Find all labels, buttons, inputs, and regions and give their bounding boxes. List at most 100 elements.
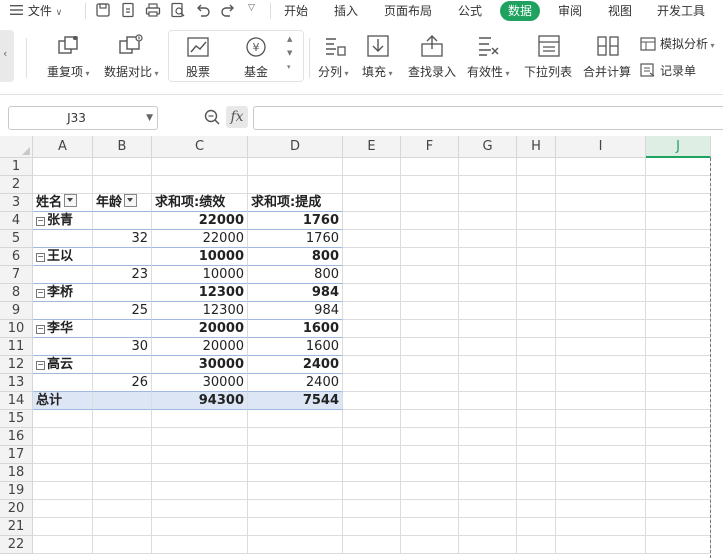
cell-empty[interactable] xyxy=(152,536,248,554)
filter-dropdown-icon[interactable] xyxy=(124,194,138,207)
cell-empty[interactable] xyxy=(401,392,459,410)
cell-empty[interactable] xyxy=(93,500,152,518)
collapse-icon[interactable]: − xyxy=(36,325,45,334)
name-box[interactable]: J33 ▼ xyxy=(8,106,158,130)
cell-empty[interactable] xyxy=(646,338,711,356)
cell-empty[interactable] xyxy=(646,392,711,410)
collapse-icon[interactable]: − xyxy=(36,253,45,262)
cell-empty[interactable] xyxy=(152,500,248,518)
cell-empty[interactable] xyxy=(556,230,646,248)
cell-empty[interactable] xyxy=(343,464,401,482)
validity-button[interactable]: 有效性 ▾ xyxy=(467,63,510,80)
cell-empty[interactable] xyxy=(459,176,517,194)
cell-empty[interactable] xyxy=(33,464,93,482)
pivot-detail-perf[interactable]: 12300 xyxy=(152,302,248,320)
cell-empty[interactable] xyxy=(556,500,646,518)
pivot-group-name[interactable]: − 李桥 xyxy=(33,284,93,302)
cell-empty[interactable] xyxy=(401,284,459,302)
pivot-detail-empty[interactable] xyxy=(33,230,93,248)
cell-empty[interactable] xyxy=(459,482,517,500)
cell-empty[interactable] xyxy=(556,446,646,464)
cell-empty[interactable] xyxy=(459,266,517,284)
cell-empty[interactable] xyxy=(556,284,646,302)
row-header-13[interactable]: 13 xyxy=(0,374,33,392)
cell-empty[interactable] xyxy=(556,356,646,374)
cell-empty[interactable] xyxy=(343,392,401,410)
pivot-detail-comm[interactable]: 1760 xyxy=(248,230,343,248)
cell-empty[interactable] xyxy=(93,158,152,176)
cell-empty[interactable] xyxy=(152,410,248,428)
cell-empty[interactable] xyxy=(517,428,556,446)
row-header-10[interactable]: 10 xyxy=(0,320,33,338)
cell-empty[interactable] xyxy=(343,356,401,374)
cell-empty[interactable] xyxy=(33,536,93,554)
cell-empty[interactable] xyxy=(401,266,459,284)
cell-empty[interactable] xyxy=(343,248,401,266)
cell-empty[interactable] xyxy=(93,176,152,194)
row-header-7[interactable]: 7 xyxy=(0,266,33,284)
pivot-group-name[interactable]: − 高云 xyxy=(33,356,93,374)
split-column-icon[interactable] xyxy=(323,34,347,62)
cell-empty[interactable] xyxy=(152,176,248,194)
row-header-19[interactable]: 19 xyxy=(0,482,33,500)
cell-empty[interactable] xyxy=(401,500,459,518)
row-header-5[interactable]: 5 xyxy=(0,230,33,248)
cell-empty[interactable] xyxy=(343,518,401,536)
cell-empty[interactable] xyxy=(343,302,401,320)
cell-empty[interactable] xyxy=(401,410,459,428)
cell-empty[interactable] xyxy=(646,194,711,212)
cell-empty[interactable] xyxy=(459,428,517,446)
fund-yen-icon[interactable]: ¥ xyxy=(245,36,267,62)
cell-empty[interactable] xyxy=(459,302,517,320)
column-header-d[interactable]: D xyxy=(248,136,343,158)
cell-empty[interactable] xyxy=(33,500,93,518)
cell-empty[interactable] xyxy=(93,482,152,500)
cell-empty[interactable] xyxy=(556,212,646,230)
cell-empty[interactable] xyxy=(401,428,459,446)
cell-empty[interactable] xyxy=(401,446,459,464)
cell-empty[interactable] xyxy=(646,536,711,554)
cell-empty[interactable] xyxy=(556,266,646,284)
pivot-header-name[interactable]: 姓名 xyxy=(33,194,93,212)
row-header-14[interactable]: 14 xyxy=(0,392,33,410)
cell-empty[interactable] xyxy=(517,284,556,302)
cell-empty[interactable] xyxy=(646,158,711,176)
cell-empty[interactable] xyxy=(459,392,517,410)
cell-empty[interactable] xyxy=(459,338,517,356)
pivot-detail-perf[interactable]: 20000 xyxy=(152,338,248,356)
column-header-f[interactable]: F xyxy=(401,136,459,158)
cell-empty[interactable] xyxy=(401,320,459,338)
pivot-detail-empty[interactable] xyxy=(33,374,93,392)
column-header-e[interactable]: E xyxy=(343,136,401,158)
cell-empty[interactable] xyxy=(459,158,517,176)
cell-empty[interactable] xyxy=(33,176,93,194)
lookup-entry-icon[interactable] xyxy=(420,34,444,62)
cell-empty[interactable] xyxy=(401,518,459,536)
cell-empty[interactable] xyxy=(646,500,711,518)
row-header-11[interactable]: 11 xyxy=(0,338,33,356)
pivot-detail-perf[interactable]: 22000 xyxy=(152,230,248,248)
row-header-16[interactable]: 16 xyxy=(0,428,33,446)
cell-empty[interactable] xyxy=(556,176,646,194)
cell-empty[interactable] xyxy=(248,428,343,446)
pivot-detail-perf[interactable]: 10000 xyxy=(152,266,248,284)
cell-empty[interactable] xyxy=(517,374,556,392)
cell-empty[interactable] xyxy=(401,374,459,392)
spreadsheet-grid[interactable]: ABCDEFGHIJ 1 2 3 4 5 6 7 8 9 10 11 12 13 14 15 16 17 18 19… xyxy=(0,136,723,559)
cell-empty[interactable] xyxy=(517,446,556,464)
print-preview-icon[interactable] xyxy=(170,2,186,18)
cell-empty[interactable] xyxy=(556,428,646,446)
pivot-detail-age[interactable]: 23 xyxy=(93,266,152,284)
cell-empty[interactable] xyxy=(459,320,517,338)
cell-empty[interactable] xyxy=(343,374,401,392)
cell-empty[interactable] xyxy=(343,536,401,554)
cell-empty[interactable] xyxy=(343,176,401,194)
pivot-total-perf[interactable]: 94300 xyxy=(152,392,248,410)
formula-input[interactable] xyxy=(253,106,723,130)
pivot-detail-perf[interactable]: 30000 xyxy=(152,374,248,392)
cell-empty[interactable] xyxy=(517,410,556,428)
column-header-h[interactable]: H xyxy=(517,136,556,158)
pivot-group-age-empty[interactable] xyxy=(93,212,152,230)
cell-empty[interactable] xyxy=(401,158,459,176)
row-header-6[interactable]: 6 xyxy=(0,248,33,266)
